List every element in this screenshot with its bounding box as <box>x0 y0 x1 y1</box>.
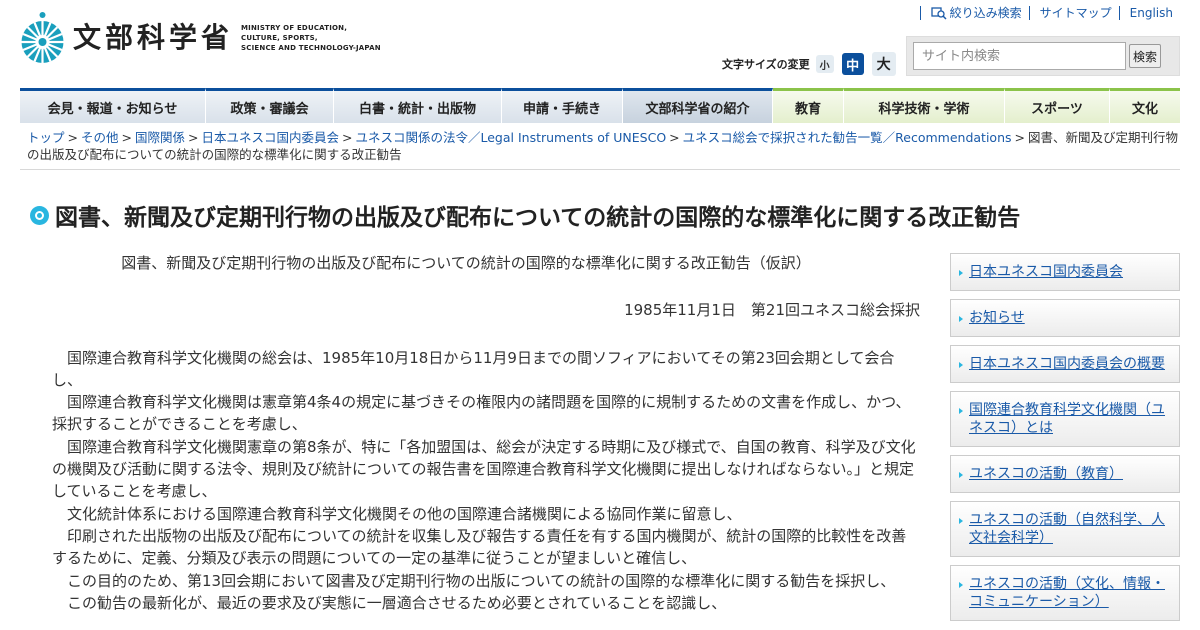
filter-search-icon <box>930 6 947 20</box>
body-paragraph: 国際連合教育科学文化機関憲章の第8条が、特に「各加盟国は、総会が決定する時期に及… <box>52 437 916 501</box>
divider <box>20 169 1180 170</box>
sidebar-item: ユネスコの活動（教育） <box>950 455 1180 493</box>
breadcrumb-link[interactable]: ユネスコ関係の法令／Legal Instruments of UNESCO <box>356 130 667 145</box>
nav-item-press[interactable]: 会見・報道・お知らせ <box>20 88 206 123</box>
font-size-label: 文字サイズの変更 <box>722 58 810 71</box>
document-heading: 図書、新聞及び定期刊行物の出版及び配布についての統計の国際的な標準化に関する改正… <box>121 254 811 272</box>
breadcrumb-link[interactable]: ユネスコ総会で採択された勧告一覧／Recommendations <box>683 130 1012 145</box>
breadcrumb-link[interactable]: 国際関係 <box>135 130 185 145</box>
sidebar-item: ユネスコの活動（自然科学、人文社会科学） <box>950 501 1180 557</box>
font-size-medium-button[interactable]: 中 <box>841 53 864 75</box>
breadcrumb-link[interactable]: トップ <box>27 130 65 145</box>
body-paragraph: 国際連合教育科学文化機関は憲章第4条4の規定に基づきその権限内の諸問題を国際的に… <box>52 393 911 434</box>
nav-item-culture[interactable]: 文化 <box>1110 88 1180 123</box>
page-title: 図書、新聞及び定期刊行物の出版及び配布についての統計の国際的な標準化に関する改正… <box>30 198 1020 232</box>
global-nav: 会見・報道・お知らせ 政策・審議会 白書・統計・出版物 申請・手続き 文部科学省… <box>20 88 1180 123</box>
filter-search-link[interactable]: 絞り込み検索 <box>919 6 1029 20</box>
search-button[interactable]: 検索 <box>1129 44 1161 68</box>
font-size-switcher: 文字サイズの変更 小 中 大 <box>722 52 896 76</box>
sidebar-link-unesco-japan[interactable]: 日本ユネスコ国内委員会 <box>969 264 1123 280</box>
breadcrumb: トップ > その他 > 国際関係 > 日本ユネスコ国内委員会 > ユネスコ関係の法令／Legal… <box>27 130 1179 162</box>
body-paragraph: 文化統計体系における国際連合教育科学文化機関その他の国際連合諸機関による協同作業… <box>67 504 742 523</box>
logo-jp-text: 文部科学省 <box>73 21 234 54</box>
english-link[interactable]: English <box>1118 6 1180 20</box>
nav-item-science[interactable]: 科学技術・学術 <box>844 88 1005 123</box>
site-logo[interactable]: 文部科学省 MINISTRY OF EDUCATION, CULTURE, SP… <box>20 10 381 66</box>
sidebar-item: 日本ユネスコ国内委員会 <box>950 253 1180 291</box>
sidebar-link-education[interactable]: ユネスコの活動（教育） <box>969 466 1123 482</box>
body-paragraph: 印刷された出版物の出版及び配布についての統計を収集し及び報告する責任を有する国内… <box>52 526 907 568</box>
sidebar-item: お知らせ <box>950 299 1180 337</box>
sidebar-link-overview[interactable]: 日本ユネスコ国内委員会の概要 <box>969 356 1165 372</box>
sidebar-item: ユネスコの活動（文化、情報・コミュニケーション） <box>950 565 1180 621</box>
font-size-small-button[interactable]: 小 <box>815 55 834 73</box>
nav-item-publications[interactable]: 白書・統計・出版物 <box>334 88 502 123</box>
search-input[interactable] <box>913 42 1126 70</box>
sidebar-link-about-unesco[interactable]: 国際連合教育科学文化機関（ユネスコ）とは <box>969 402 1165 436</box>
sidebar-item: 国際連合教育科学文化機関（ユネスコ）とは <box>950 391 1180 447</box>
logo-en-text: MINISTRY OF EDUCATION, CULTURE, SPORTS, … <box>241 23 381 53</box>
utility-links: 絞り込み検索 サイトマップ English <box>919 4 1180 20</box>
mext-emblem-icon <box>20 10 65 66</box>
nav-item-applications[interactable]: 申請・手続き <box>502 88 623 123</box>
adoption-date: 1985年11月1日 第21回ユネスコ総会採択 <box>624 301 920 320</box>
site-search: 検索 <box>906 36 1180 76</box>
nav-item-sports[interactable]: スポーツ <box>1005 88 1110 123</box>
breadcrumb-link[interactable]: 日本ユネスコ国内委員会 <box>202 130 340 145</box>
page-title-text: 図書、新聞及び定期刊行物の出版及び配布についての統計の国際的な標準化に関する改正… <box>55 205 1021 231</box>
sidebar-link-news[interactable]: お知らせ <box>969 310 1025 326</box>
body-paragraph: この目的のため、第13回会期において図書及び定期刊行物の出版についての統計の国際… <box>67 571 896 590</box>
main-content: 図書、新聞及び定期刊行物の出版及び配布についての統計の国際的な標準化に関する改正… <box>52 252 920 614</box>
body-paragraph: この勧告の最新化が、最近の要求及び実態に一層適合させるため必要とされていることを… <box>67 593 727 612</box>
font-size-large-button[interactable]: 大 <box>871 52 896 76</box>
sidebar-link-science[interactable]: ユネスコの活動（自然科学、人文社会科学） <box>969 512 1165 546</box>
nav-item-education[interactable]: 教育 <box>773 88 844 123</box>
nav-item-policy[interactable]: 政策・審議会 <box>206 88 334 123</box>
sidebar-nav: 日本ユネスコ国内委員会 お知らせ 日本ユネスコ国内委員会の概要 国際連合教育科学… <box>950 253 1180 629</box>
breadcrumb-link[interactable]: その他 <box>81 130 119 145</box>
body-paragraph: 国際連合教育科学文化機関の総会は、1985年10月18日から11月9日までの間ソ… <box>52 348 895 389</box>
nav-item-about[interactable]: 文部科学省の紹介 <box>623 88 773 123</box>
title-bullet-icon <box>30 205 49 225</box>
sidebar-item: 日本ユネスコ国内委員会の概要 <box>950 345 1180 383</box>
sitemap-link[interactable]: サイトマップ <box>1028 6 1119 20</box>
sidebar-link-culture[interactable]: ユネスコの活動（文化、情報・コミュニケーション） <box>969 576 1165 610</box>
